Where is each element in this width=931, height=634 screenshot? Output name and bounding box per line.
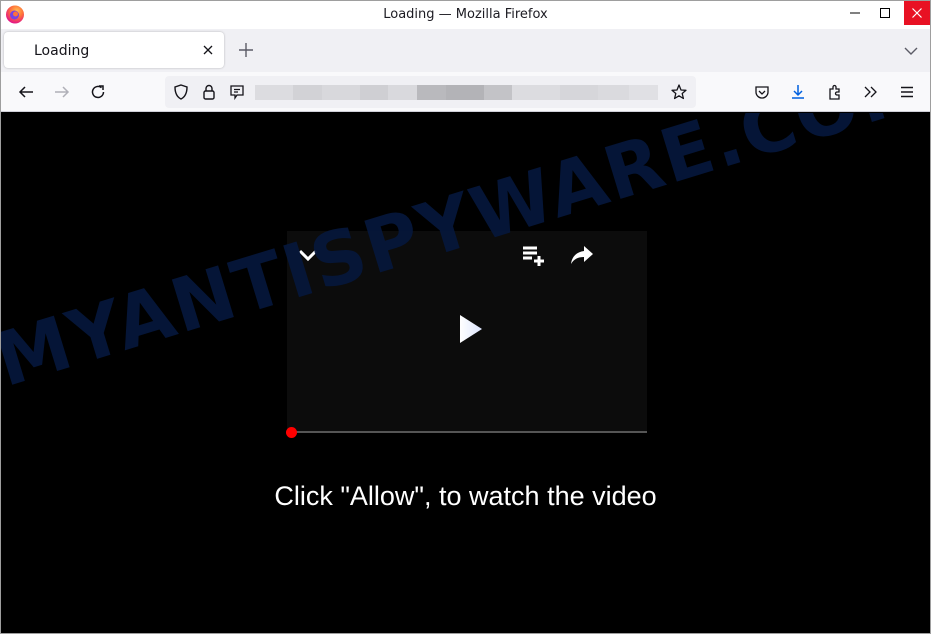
- tab-loading[interactable]: Loading: [4, 32, 224, 68]
- window-title: Loading — Mozilla Firefox: [383, 7, 548, 22]
- progress-scrubber-handle[interactable]: [286, 427, 297, 438]
- video-player[interactable]: [287, 231, 647, 432]
- lock-icon[interactable]: [200, 83, 218, 101]
- reload-icon[interactable]: [89, 83, 107, 101]
- maximize-button[interactable]: [872, 1, 898, 25]
- close-window-button[interactable]: [904, 1, 930, 25]
- tab-bar: Loading: [1, 29, 930, 72]
- notification-icon[interactable]: [228, 83, 246, 101]
- tab-label: Loading: [34, 43, 90, 59]
- play-icon[interactable]: [459, 314, 483, 344]
- chevron-down-icon[interactable]: [297, 247, 319, 263]
- plus-icon[interactable]: [237, 41, 255, 59]
- title-bar: Loading — Mozilla Firefox: [1, 1, 930, 29]
- page-content: Click "Allow", to watch the video MYANTI…: [1, 113, 930, 633]
- allow-instruction-text: Click "Allow", to watch the video: [274, 481, 657, 511]
- url-text-obscured[interactable]: [255, 85, 658, 100]
- video-progress-bar[interactable]: [289, 431, 647, 433]
- overflow-icon[interactable]: [862, 83, 880, 101]
- close-icon: [912, 8, 922, 18]
- arrow-right-icon[interactable]: [53, 83, 71, 101]
- download-icon[interactable]: [789, 83, 807, 101]
- arrow-left-icon[interactable]: [17, 83, 35, 101]
- extensions-icon[interactable]: [826, 83, 844, 101]
- menu-icon[interactable]: [898, 83, 916, 101]
- star-icon[interactable]: [670, 83, 688, 101]
- playlist-add-icon[interactable]: [522, 245, 548, 267]
- minimize-icon: [850, 12, 860, 14]
- navigation-toolbar: [1, 72, 930, 112]
- share-icon[interactable]: [570, 245, 594, 265]
- minimize-button[interactable]: [842, 1, 868, 25]
- maximize-icon: [880, 8, 890, 18]
- url-bar[interactable]: [165, 76, 696, 108]
- browser-window: Loading — Mozilla Firefox Loading Click …: [0, 0, 931, 634]
- shield-icon[interactable]: [172, 83, 190, 101]
- close-tab-icon[interactable]: [200, 42, 216, 58]
- pocket-icon[interactable]: [753, 83, 771, 101]
- chevron-down-icon[interactable]: [903, 43, 919, 59]
